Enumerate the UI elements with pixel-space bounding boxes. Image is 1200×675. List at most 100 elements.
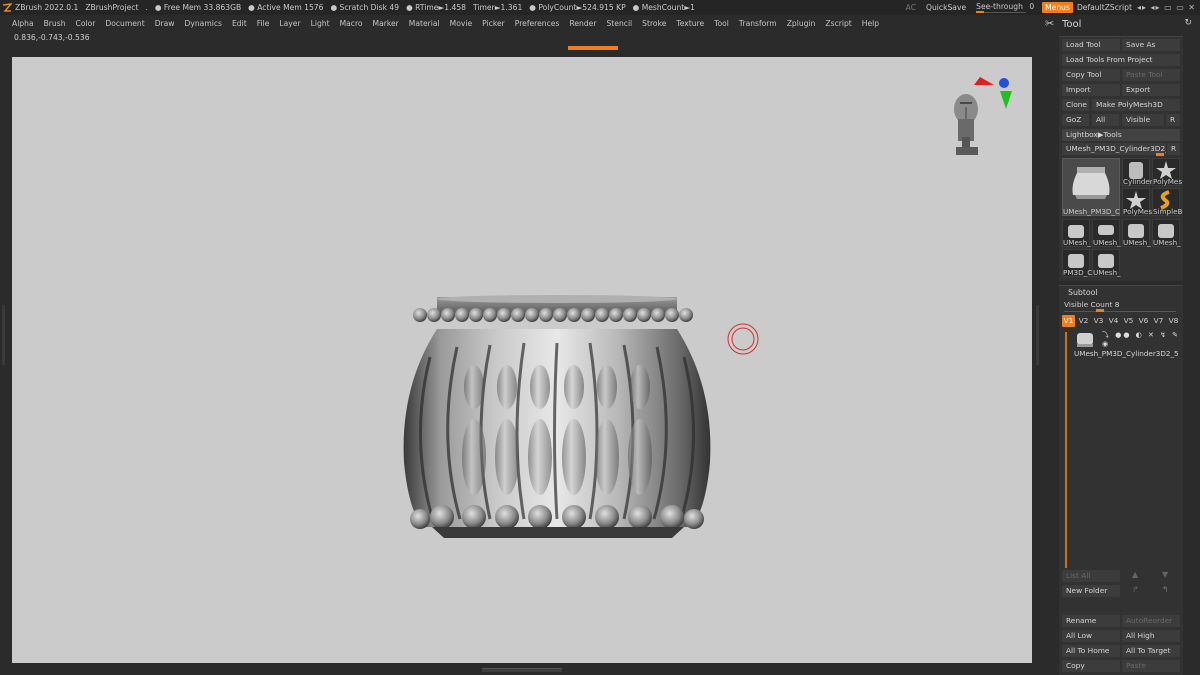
document-canvas[interactable] <box>12 57 1032 663</box>
menu-brush[interactable]: Brush <box>44 19 66 28</box>
see-through-level-bar <box>976 11 985 13</box>
menu-help[interactable]: Help <box>862 19 879 28</box>
quicksave-button[interactable]: QuickSave <box>926 3 966 12</box>
default-zscript-button[interactable]: DefaultZScript <box>1077 3 1132 12</box>
import-button[interactable]: Import <box>1062 84 1120 96</box>
menu-dynamics[interactable]: Dynamics <box>185 19 222 28</box>
wrench-icon: ✂ <box>1045 17 1055 30</box>
all-high-button[interactable]: All High <box>1122 630 1180 642</box>
tool-thumb-polymesh-a[interactable]: PolyMes <box>1152 158 1182 186</box>
menu-tool[interactable]: Tool <box>714 19 729 28</box>
left-tray-handle[interactable] <box>2 305 5 365</box>
menu-light[interactable]: Light <box>311 19 330 28</box>
subtool-list-item[interactable]: ⤵ ●● ◐ ✕ ↯ ✎ ◉ UMesh_PM3D_Cylinder3D2_5 <box>1072 330 1182 360</box>
tool-thumb-umesh-1[interactable]: UMesh_ <box>1062 219 1091 247</box>
menu-stroke[interactable]: Stroke <box>642 19 666 28</box>
meshcount: ● MeshCount►1 <box>632 3 695 12</box>
tool-palette-header: ✂ Tool ↻ <box>1040 15 1200 33</box>
tool-thumb-simplebrush[interactable]: SimpleB <box>1152 188 1182 216</box>
list-all-button[interactable]: List All <box>1062 570 1120 582</box>
menu-zplugin[interactable]: Zplugin <box>787 19 816 28</box>
subtool-toggle-icons[interactable]: ⤵ ●● ◐ ✕ ↯ ✎ ◉ <box>1102 330 1182 348</box>
active-mem: ● Active Mem 1576 <box>248 3 324 12</box>
current-tool-r-button[interactable]: R <box>1167 143 1180 155</box>
right-tray-handle[interactable] <box>1036 305 1039 365</box>
visibility-tab-v5[interactable]: V5 <box>1122 315 1135 327</box>
menu-picker[interactable]: Picker <box>482 19 505 28</box>
menu-stencil[interactable]: Stencil <box>606 19 632 28</box>
menu-color[interactable]: Color <box>76 19 96 28</box>
menu-material[interactable]: Material <box>409 19 440 28</box>
navigation-head-icon[interactable] <box>954 94 978 155</box>
save-as-button[interactable]: Save As <box>1122 39 1180 51</box>
export-button[interactable]: Export <box>1122 84 1180 96</box>
visibility-tab-v4[interactable]: V4 <box>1107 315 1120 327</box>
visibility-tab-v7[interactable]: V7 <box>1152 315 1165 327</box>
copy-subtool-button[interactable]: Copy <box>1062 660 1120 672</box>
rename-button[interactable]: Rename <box>1062 615 1120 627</box>
refresh-icon[interactable]: ↻ <box>1184 18 1192 28</box>
goz-button[interactable]: GoZ <box>1062 114 1089 126</box>
paste-subtool-button[interactable]: Paste <box>1122 660 1180 672</box>
visibility-tab-v8[interactable]: V8 <box>1167 315 1180 327</box>
menu-zscript[interactable]: Zscript <box>825 19 851 28</box>
menu-layer[interactable]: Layer <box>279 19 300 28</box>
make-polymesh3d-button[interactable]: Make PolyMesh3D <box>1092 99 1180 111</box>
menu-document[interactable]: Document <box>105 19 144 28</box>
menu-texture[interactable]: Texture <box>676 19 704 28</box>
tool-thumb-umesh-4[interactable]: UMesh_ <box>1152 219 1181 247</box>
folder-in-icon[interactable]: ↱ <box>1132 585 1139 594</box>
menu-macro[interactable]: Macro <box>340 19 363 28</box>
menu-draw[interactable]: Draw <box>155 19 175 28</box>
copy-tool-button[interactable]: Copy Tool <box>1062 69 1120 81</box>
visibility-tab-v1[interactable]: V1 <box>1062 315 1075 327</box>
menu-transform[interactable]: Transform <box>739 19 777 28</box>
visibility-tab-v3[interactable]: V3 <box>1092 315 1105 327</box>
clone-button[interactable]: Clone <box>1062 99 1089 111</box>
current-tool-slider[interactable]: UMesh_PM3D_Cylinder3D2_5 <box>1062 143 1166 155</box>
tray-handle[interactable] <box>568 46 618 50</box>
autoreorder-button[interactable]: AutoReorder <box>1122 615 1180 627</box>
main-menu-bar: Alpha Brush Color Document Draw Dynamics Edit F… <box>0 15 1045 31</box>
subtool-title[interactable]: Subtool <box>1068 288 1098 297</box>
new-folder-button[interactable]: New Folder <box>1062 585 1120 597</box>
menus-toggle-button[interactable]: Menus <box>1042 2 1073 13</box>
tool-thumb-umesh-3[interactable]: UMesh_ <box>1122 219 1151 247</box>
vase-model[interactable] <box>403 295 711 538</box>
tool-thumb-cylinder[interactable]: Cylinder <box>1122 158 1153 186</box>
all-to-target-button[interactable]: All To Target <box>1122 645 1180 657</box>
menu-preferences[interactable]: Preferences <box>515 19 560 28</box>
visible-count-slider[interactable]: Visible Count 8 <box>1064 300 1120 309</box>
goz-all-button[interactable]: All <box>1092 114 1119 126</box>
ac-button[interactable]: AC <box>906 3 916 12</box>
move-down-icon[interactable]: ▼ <box>1162 570 1168 579</box>
visibility-tab-v2[interactable]: V2 <box>1077 315 1090 327</box>
tool-thumb-umesh-5-label: UMesh_ <box>1093 268 1121 277</box>
load-tools-from-project-button[interactable]: Load Tools From Project <box>1062 54 1180 66</box>
lightbox-tools-button[interactable]: Lightbox▶Tools <box>1062 129 1180 141</box>
window-controls-icon[interactable]: ◂▸ ◂▸ ▭ ▭ ✕ <box>1137 3 1196 12</box>
see-through-slider[interactable]: See-through 0 <box>976 1 1034 14</box>
tool-thumb-pm3d[interactable]: PM3D_C <box>1062 249 1092 277</box>
tool-thumb-polymesh-b[interactable]: PolyMes <box>1122 188 1152 216</box>
menu-file[interactable]: File <box>257 19 270 28</box>
load-tool-button[interactable]: Load Tool <box>1062 39 1120 51</box>
menu-edit[interactable]: Edit <box>232 19 247 28</box>
axis-gizmo-icon[interactable] <box>974 77 1012 109</box>
goz-visible-button[interactable]: Visible <box>1122 114 1164 126</box>
menu-movie[interactable]: Movie <box>450 19 472 28</box>
tool-thumb-umesh-5[interactable]: UMesh_ <box>1092 249 1121 277</box>
goz-r-button[interactable]: R <box>1166 114 1180 126</box>
folder-out-icon[interactable]: ↰ <box>1162 585 1169 594</box>
menu-marker[interactable]: Marker <box>373 19 399 28</box>
menu-render[interactable]: Render <box>569 19 596 28</box>
tool-thumb-umesh-2[interactable]: UMesh_ <box>1092 219 1121 247</box>
paste-tool-button[interactable]: Paste Tool <box>1122 69 1180 81</box>
menu-alpha[interactable]: Alpha <box>12 19 34 28</box>
visibility-tab-v6[interactable]: V6 <box>1137 315 1150 327</box>
all-to-home-button[interactable]: All To Home <box>1062 645 1120 657</box>
bottom-tray-handle[interactable] <box>482 668 562 672</box>
tool-thumb-current[interactable]: UMesh_PM3D_C <box>1062 158 1120 216</box>
move-up-icon[interactable]: ▲ <box>1132 570 1138 579</box>
all-low-button[interactable]: All Low <box>1062 630 1120 642</box>
